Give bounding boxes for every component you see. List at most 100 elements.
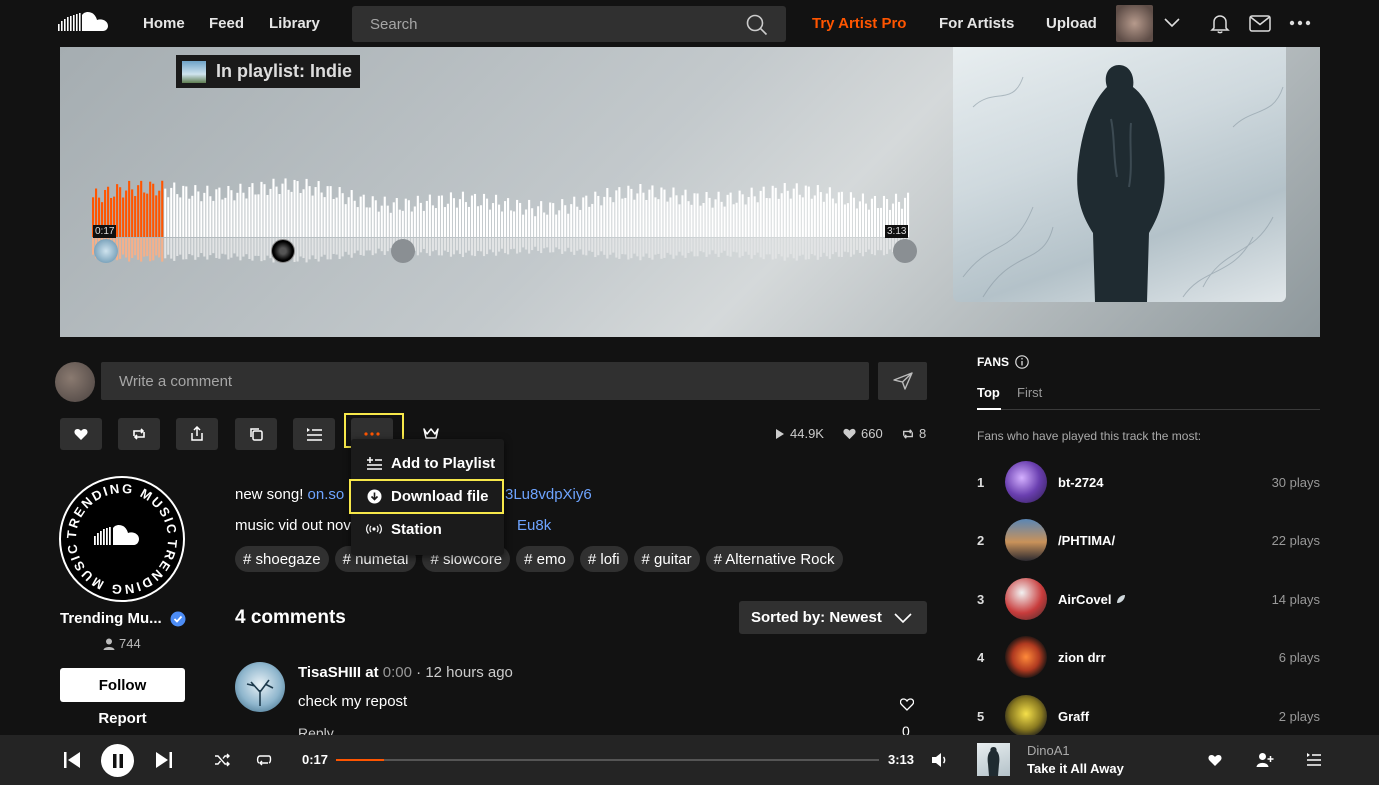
more-options-icon[interactable] — [1289, 20, 1311, 26]
next-button[interactable] — [153, 749, 175, 771]
nav-library[interactable]: Library — [269, 0, 320, 47]
nav-feed[interactable]: Feed — [209, 0, 244, 47]
uploader-avatar[interactable]: TRENDING MUSIC TRENDING MUSIC — [59, 476, 185, 602]
waveform-bar — [591, 203, 594, 237]
info-icon[interactable] — [1015, 355, 1029, 369]
mail-icon[interactable] — [1249, 15, 1271, 32]
user-avatar[interactable] — [1116, 5, 1153, 42]
waveform-bar — [516, 199, 519, 237]
waveform-reflection-bar — [864, 238, 867, 253]
commenter-name[interactable]: TisaSHIII — [298, 664, 361, 681]
fan-avatar[interactable] — [1005, 519, 1047, 561]
like-button[interactable] — [60, 418, 102, 450]
shuffle-button[interactable] — [212, 751, 232, 769]
waveform-reflection-bar — [155, 238, 158, 256]
now-playing-artwork[interactable] — [977, 743, 1010, 776]
add-to-next-up-button[interactable] — [293, 418, 335, 450]
comment-avatar-marker[interactable] — [94, 239, 118, 263]
repost-icon — [903, 428, 913, 439]
waveform-bar — [140, 180, 143, 237]
in-playlist-badge[interactable]: In playlist: Indie — [176, 55, 361, 88]
track-artwork[interactable] — [953, 47, 1286, 302]
tab-first[interactable]: First — [1017, 385, 1042, 400]
pause-button[interactable] — [101, 744, 134, 777]
repost-count[interactable]: 8 — [901, 426, 926, 441]
fan-name[interactable]: AirCovel — [1058, 592, 1126, 607]
tag-chip[interactable]: # emo — [516, 546, 574, 572]
comment-avatar-marker[interactable] — [893, 239, 917, 263]
uploader-name[interactable]: Trending Mu... — [60, 610, 162, 627]
comment-meta: TisaSHIII at 0:00 · 12 hours ago — [298, 664, 513, 681]
fan-row[interactable]: 3 AirCovel 14 plays — [977, 577, 1320, 621]
fan-name[interactable]: bt-2724 — [1058, 475, 1104, 490]
waveform[interactable] — [92, 165, 910, 267]
send-comment-button[interactable] — [878, 362, 927, 400]
waveform-bar — [221, 199, 224, 237]
waveform-bar — [248, 186, 251, 237]
menu-item-add-to-playlist[interactable]: Add to Playlist — [351, 447, 504, 479]
follow-user-icon[interactable] — [1256, 752, 1274, 768]
search-input[interactable] — [352, 6, 786, 42]
waveform-reflection-bar — [549, 238, 552, 253]
waveform-reflection-bar — [344, 238, 347, 252]
fan-name[interactable]: Graff — [1058, 709, 1089, 724]
comment-timestamp-link[interactable]: 0:00 — [383, 664, 412, 681]
commenter-avatar[interactable] — [235, 662, 285, 712]
sort-comments-dropdown[interactable]: Sorted by: Newest — [739, 601, 927, 634]
tag-chip[interactable]: # Alternative Rock — [705, 546, 843, 572]
fan-row[interactable]: 5 Graff 2 plays — [977, 694, 1320, 738]
waveform-bar — [461, 191, 465, 237]
waveform-bar — [801, 197, 804, 237]
follow-button[interactable]: Follow — [60, 668, 185, 702]
comment-avatar-marker[interactable] — [271, 239, 295, 263]
fan-avatar[interactable] — [1005, 461, 1047, 503]
nav-home[interactable]: Home — [143, 0, 185, 47]
chevron-down-icon[interactable] — [1163, 17, 1181, 29]
previous-button[interactable] — [61, 749, 83, 771]
volume-icon[interactable] — [931, 752, 949, 768]
fan-avatar[interactable] — [1005, 695, 1047, 737]
playback-progress-bar[interactable] — [336, 759, 879, 761]
share-button[interactable] — [176, 418, 218, 450]
bell-icon[interactable] — [1210, 13, 1230, 34]
comment-like-icon[interactable] — [900, 698, 914, 711]
waveform-reflection-bar — [822, 238, 825, 253]
waveform-reflection-bar — [588, 238, 591, 251]
description-link[interactable]: 3Lu8vdpXiy6 — [505, 486, 592, 503]
waveform-bar — [603, 196, 606, 237]
for-artists-link[interactable]: For Artists — [939, 0, 1014, 47]
soundcloud-logo-icon[interactable] — [58, 10, 112, 36]
waveform-bar — [476, 206, 480, 237]
tag-chip[interactable]: # lofi — [579, 546, 628, 572]
queue-icon[interactable] — [1306, 753, 1321, 767]
comment-input[interactable] — [101, 362, 869, 400]
comment-avatar-marker[interactable] — [391, 239, 415, 263]
fan-name[interactable]: zion drr — [1058, 650, 1106, 665]
tag-chip[interactable]: # shoegaze — [235, 546, 329, 572]
fan-avatar[interactable] — [1005, 578, 1047, 620]
like-count[interactable]: 660 — [843, 426, 883, 441]
fan-row[interactable]: 1 bt-2724 30 plays — [977, 460, 1320, 504]
now-playing-title[interactable]: Take it All Away — [1027, 761, 1124, 776]
fan-avatar[interactable] — [1005, 636, 1047, 678]
tag-chip[interactable]: # guitar — [633, 546, 700, 572]
heart-icon[interactable] — [1208, 754, 1222, 767]
menu-item-station[interactable]: Station — [351, 513, 504, 545]
report-link[interactable]: Report — [60, 710, 185, 727]
tab-top[interactable]: Top — [977, 385, 1000, 400]
copy-link-button[interactable] — [235, 418, 277, 450]
fan-row[interactable]: 2 /PHTIMA/ 22 plays — [977, 518, 1320, 562]
waveform-reflection-bar — [726, 238, 729, 256]
description-link[interactable]: on.so — [308, 486, 345, 503]
repeat-button[interactable] — [254, 751, 274, 769]
now-playing-artist[interactable]: DinoA1 — [1027, 743, 1070, 758]
try-artist-pro-link[interactable]: Try Artist Pro — [812, 0, 906, 47]
waveform-reflection-bar — [383, 238, 386, 255]
search-icon[interactable] — [746, 14, 768, 36]
follower-count[interactable]: 744 — [103, 636, 141, 651]
upload-link[interactable]: Upload — [1046, 0, 1097, 47]
description-link[interactable]: Eu8k — [517, 517, 551, 534]
repost-button[interactable] — [118, 418, 160, 450]
fan-name[interactable]: /PHTIMA/ — [1058, 533, 1115, 548]
fan-row[interactable]: 4 zion drr 6 plays — [977, 635, 1320, 679]
